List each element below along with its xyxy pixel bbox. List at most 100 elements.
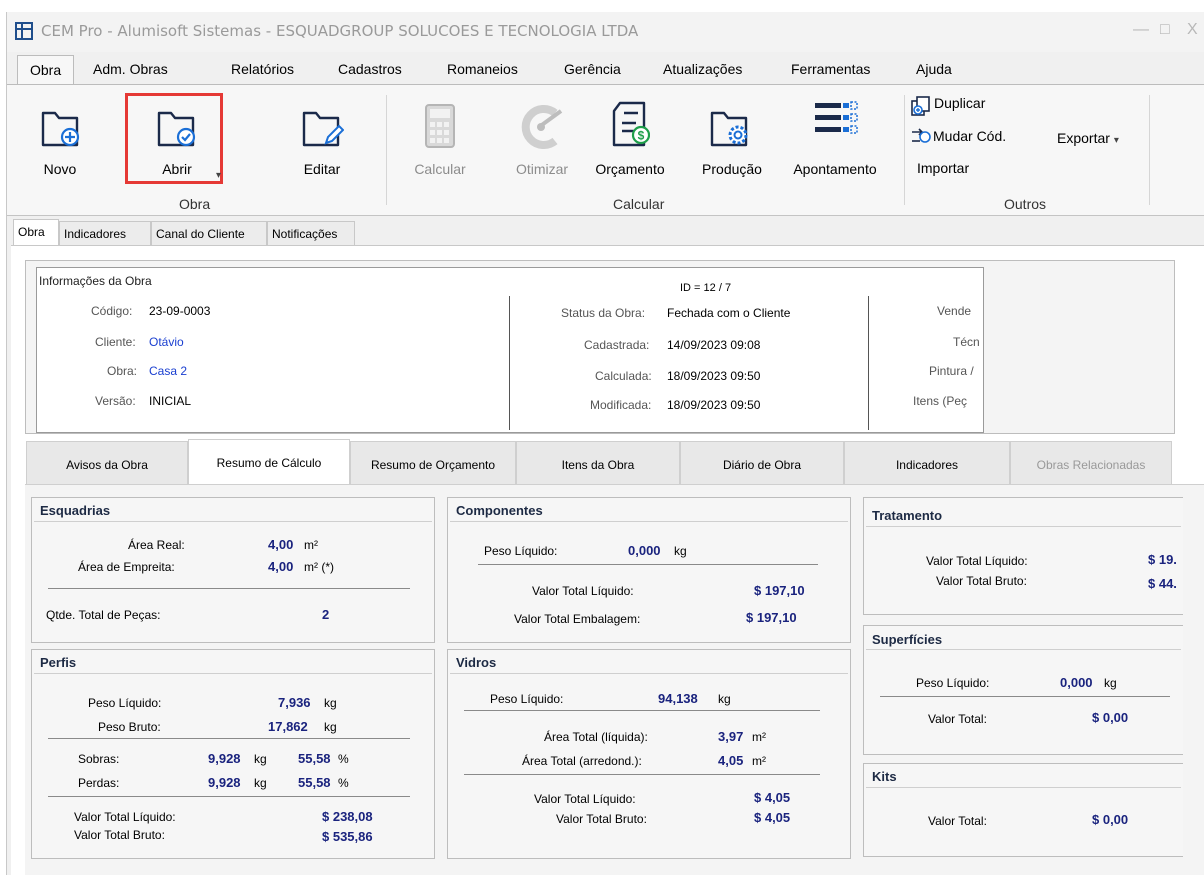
importar-button[interactable]: Importar [917,160,969,176]
area-arredondada-label: Área Total (arredond.): [522,754,642,768]
menu-cadastros[interactable]: Cadastros [338,61,402,77]
tab-resumo-de-calculo[interactable]: Resumo de Cálculo [188,439,350,485]
minimize-button[interactable]: — [1133,21,1149,39]
title-bar: CEM Pro - Alumisoft Sistemas - ESQUADGRO… [7,12,1204,52]
obra-link[interactable]: Casa 2 [149,364,187,378]
perfis-title: Perfis [40,655,77,670]
tab-notificacoes[interactable]: Notificações [267,221,355,245]
menu-ferramentas[interactable]: Ferramentas [791,61,870,77]
folder-gear-icon [710,111,748,147]
menu-gerencia[interactable]: Gerência [564,61,621,77]
modificada-label: Modificada: [590,398,652,412]
tab-obras-relacionadas[interactable]: Obras Relacionadas [1010,441,1172,485]
novo-button[interactable]: Novo [33,97,87,177]
cliente-link[interactable]: Otávio [149,335,184,349]
producao-button[interactable]: Produção [695,97,769,177]
tratamento-header-line [866,526,1181,527]
duplicar-button[interactable]: Duplicar [934,95,985,111]
area-real-value: 4,00 [268,537,294,552]
superficies-vt-value: $ 0,00 [1092,710,1129,725]
componentes-vte-value: $ 197,10 [746,610,797,625]
perfis-peso-bruto-value: 17,862 [268,719,308,734]
info-box: Informações da Obra ID = 12 / 7 Código: … [36,267,984,433]
window-title: CEM Pro - Alumisoft Sistemas - ESQUADGRO… [41,22,639,40]
kits-vt-label: Valor Total: [928,814,987,828]
tab-indicadores[interactable]: Indicadores [59,221,151,245]
perdas-label: Perdas: [78,776,120,790]
menu-adm-obras[interactable]: Adm. Obras [93,61,168,77]
tab-avisos-da-obra[interactable]: Avisos da Obra [26,441,188,485]
editar-button[interactable]: Editar [292,97,352,177]
perfis-header-line [34,673,432,674]
vidros-peso-label: Peso Líquido: [490,692,564,706]
tab-obra[interactable]: Obra [13,219,59,245]
exportar-button[interactable]: Exportar ▾ [1057,130,1119,146]
area-arredondada-value: 4,05 [718,753,744,768]
perfis-peso-liquido-unit: kg [324,696,337,710]
orcamento-button[interactable]: $ Orçamento [589,97,671,177]
superficies-vt-label: Valor Total: [928,712,987,726]
superficies-header-line [866,649,1181,650]
vidros-vtb-value: $ 4,05 [754,810,791,825]
menu-atualizacoes[interactable]: Atualizações [663,61,742,77]
resumo-calculo-content: Esquadrias Área Real: 4,00 m² Área de Em… [25,484,1204,875]
svg-text:$: $ [638,129,645,143]
orcamento-label: Orçamento [595,161,665,177]
tab-resumo-de-orcamento[interactable]: Resumo de Orçamento [350,441,516,485]
mudar-cod-button[interactable]: Mudar Cód. [933,128,1006,144]
otimizar-button[interactable]: Otimizar [507,97,577,177]
folder-add-icon [41,111,80,147]
tab-indicadores-obra[interactable]: Indicadores [844,441,1010,485]
vidros-title: Vidros [456,655,497,670]
ribbon-separator [904,95,905,205]
esquadrias-divider [48,588,410,589]
cliente-label: Cliente: [95,335,136,349]
ribbon-separator [386,95,387,205]
app-window: CEM Pro - Alumisoft Sistemas - ESQUADGRO… [6,12,1204,875]
kits-vt-value: $ 0,00 [1092,812,1129,827]
tratamento-vtl-value: $ 19. [1148,552,1177,567]
sobras-kg-unit: kg [254,752,267,766]
otimizar-label: Otimizar [515,161,569,177]
menu-relatorios[interactable]: Relatórios [231,61,294,77]
perfis-vtl-label: Valor Total Líquido: [74,810,176,824]
kits-title: Kits [872,769,897,784]
cadastrada-label: Cadastrada: [584,338,650,352]
info-header: Informações da Obra [39,274,152,288]
vidros-peso-unit: kg [718,692,731,706]
novo-label: Novo [43,161,77,177]
tab-itens-da-obra[interactable]: Itens da Obra [516,441,680,485]
ribbon-separator [1149,95,1150,205]
perfis-divider [48,796,410,797]
componentes-divider [478,564,818,565]
info-divider [868,296,869,430]
perfis-peso-bruto-label: Peso Bruto: [98,720,161,734]
apontamento-button[interactable]: Apontamento [785,97,885,177]
tecnico-label: Técn [953,335,980,349]
sobras-label: Sobras: [78,752,120,766]
componentes-vte-label: Valor Total Embalagem: [514,612,641,626]
area-liquida-label: Área Total (líquida): [544,730,648,744]
menu-ajuda[interactable]: Ajuda [916,61,952,77]
perfis-vtb-label: Valor Total Bruto: [74,828,165,842]
close-button[interactable]: X [1187,21,1198,39]
perdas-pct-value: 55,58 [298,775,331,790]
obra-dropdown-icon[interactable]: ▾ [216,170,221,181]
tab-diario-de-obra[interactable]: Diário de Obra [680,441,844,485]
superficies-divider [880,696,1170,697]
editar-label: Editar [303,161,341,177]
versao-label: Versão: [95,394,136,408]
tratamento-vtb-value: $ 44. [1148,576,1177,591]
componentes-header-line [450,521,848,522]
menu-obra[interactable]: Obra [17,55,75,84]
budget-document-icon: $ [612,101,650,147]
calcular-button[interactable]: Calcular [405,97,475,177]
superficies-peso-value: 0,000 [1060,675,1093,690]
menu-romaneios[interactable]: Romaneios [447,61,518,77]
tab-canal-do-cliente[interactable]: Canal do Cliente [151,221,267,245]
superficies-peso-unit: kg [1104,676,1117,690]
app-icon [15,22,33,40]
perdas-pct-unit: % [338,776,349,790]
kits-header-line [866,787,1181,788]
maximize-button[interactable]: □ [1160,21,1170,39]
